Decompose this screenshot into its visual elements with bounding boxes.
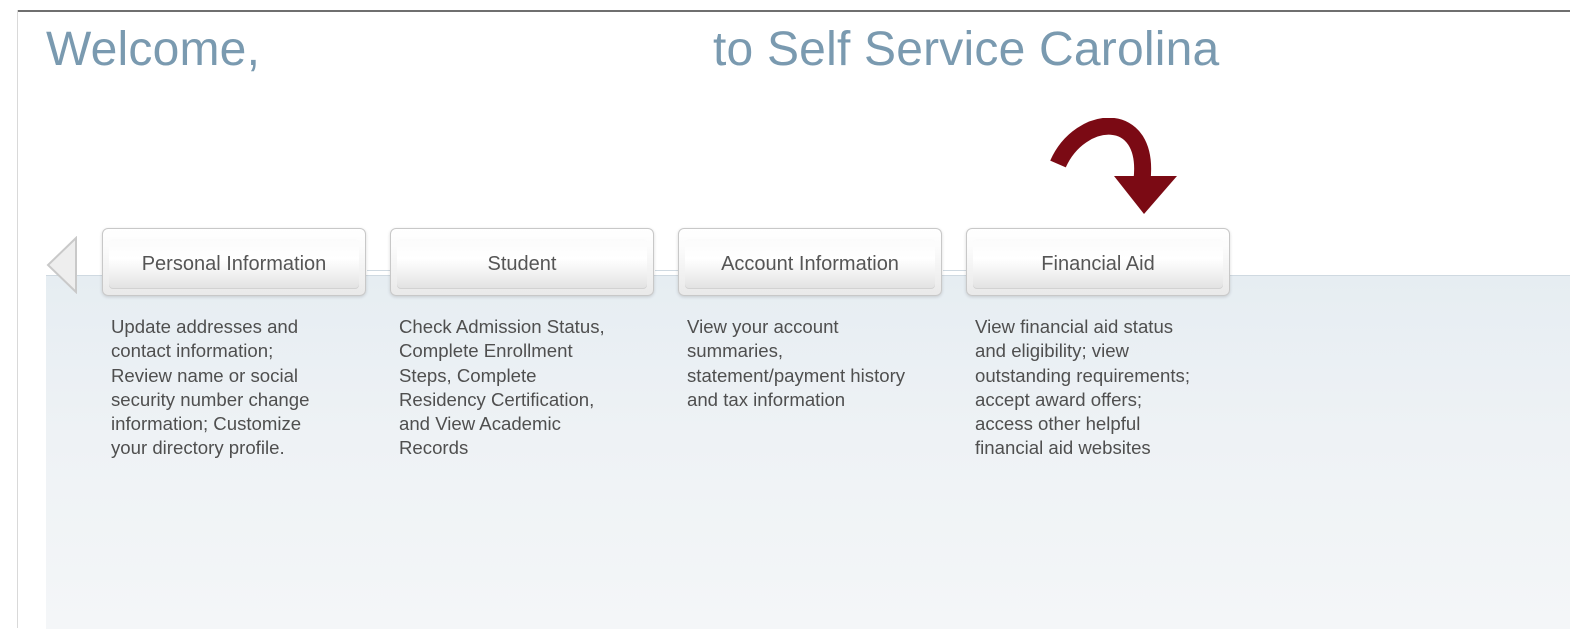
description-line: information; Customize: [111, 413, 302, 435]
description-line: and eligibility; view: [975, 340, 1129, 362]
description-line: Residency Certification,: [399, 388, 595, 410]
description-line: and tax information: [687, 388, 846, 410]
welcome-title-suffix: to Self Service Carolina: [713, 23, 1220, 76]
curved-arrow-down-icon: [1050, 118, 1177, 214]
description-line: View financial aid status: [975, 316, 1174, 337]
personal-information-description: Update addresses and contact information…: [111, 315, 309, 461]
description-line: summaries,: [687, 340, 784, 362]
description-line: statement/payment history: [687, 364, 906, 386]
description-line: security number change: [111, 388, 310, 410]
description-line: accept award offers;: [975, 388, 1143, 410]
description-line: financial aid websites: [975, 437, 1151, 459]
welcome-title: Welcome,: [46, 23, 261, 76]
student-description: Check Admission Status, Complete Enrollm…: [399, 315, 605, 461]
description-line: Records: [399, 437, 469, 459]
tab-label: Account Information: [721, 253, 899, 275]
tab-student[interactable]: Student: [390, 228, 654, 296]
description-line: Review name or social: [111, 364, 299, 386]
tab-personal-information[interactable]: Personal Information: [102, 228, 366, 296]
financial-aid-description: View financial aid status and eligibilit…: [975, 315, 1190, 461]
description-line: and View Academic: [399, 413, 561, 435]
description-line: access other helpful: [975, 413, 1141, 435]
tab-account-information[interactable]: Account Information: [678, 228, 942, 296]
description-line: Update addresses and: [111, 316, 299, 337]
description-line: View your account: [687, 316, 839, 337]
tab-label: Financial Aid: [1041, 253, 1155, 275]
window-left-border: [17, 10, 18, 628]
tab-financial-aid[interactable]: Financial Aid: [966, 228, 1230, 296]
page-frame: Welcome, to Self Service Carolina Person…: [0, 0, 1570, 629]
description-line: Steps, Complete: [399, 364, 537, 386]
tab-label: Student: [487, 253, 557, 275]
left-triangle-icon[interactable]: [46, 236, 80, 294]
description-line: Check Admission Status,: [399, 316, 605, 337]
redacted-user-name: [282, 26, 682, 78]
description-line: outstanding requirements;: [975, 364, 1190, 386]
description-line: contact information;: [111, 340, 274, 362]
window-top-border: [17, 10, 1570, 12]
description-line: Complete Enrollment: [399, 340, 573, 362]
tab-label: Personal Information: [141, 253, 327, 275]
account-information-description: View your account summaries, statement/p…: [687, 315, 905, 412]
description-line: your directory profile.: [111, 437, 285, 459]
